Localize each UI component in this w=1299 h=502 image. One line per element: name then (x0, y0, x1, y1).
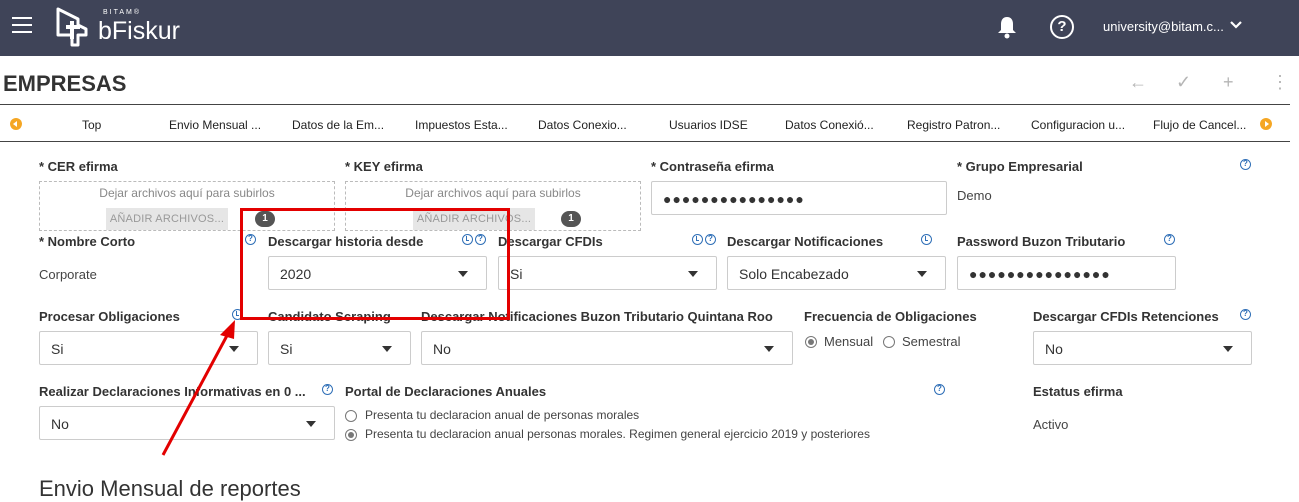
grupo-value: Demo (957, 188, 992, 203)
key-label: * KEY efirma (345, 159, 423, 174)
tab-datos-conexion[interactable]: Datos Conexio... (538, 118, 627, 132)
cfdis-select[interactable]: Si (498, 256, 717, 290)
password-field[interactable]: ●●●●●●●●●●●●●●● (651, 181, 947, 215)
bfiskur-logo-icon (56, 7, 88, 47)
notifications-bell-icon[interactable] (995, 15, 1019, 39)
cer-label: * CER efirma (39, 159, 118, 174)
help-icon[interactable]: ? (1240, 159, 1251, 170)
procesar-value: Si (51, 341, 64, 357)
tab-envio-mensual[interactable]: Envio Mensual ... (169, 118, 261, 132)
brand-name: bFiskur (98, 17, 180, 45)
tab-registro-patronal[interactable]: Registro Patron... (907, 118, 1000, 132)
portal-option-1-label: Presenta tu declaracion anual de persona… (365, 408, 640, 422)
history-icon[interactable] (692, 234, 703, 245)
cfdis-value: Si (510, 266, 523, 282)
annotation-highlight-box (240, 208, 510, 320)
history-icon[interactable] (921, 234, 932, 245)
help-icon[interactable]: ? (1164, 234, 1175, 245)
notificaciones-select[interactable]: Solo Encabezado (727, 256, 946, 290)
notificaciones-label: Descargar Notificaciones (727, 234, 884, 249)
tab-flujo-cancelacion[interactable]: Flujo de Cancel... (1153, 118, 1246, 132)
cer-add-button[interactable]: AÑADIR ARCHIVOS... (106, 208, 228, 230)
help-icon[interactable]: ? (1240, 309, 1251, 320)
dropdown-caret-icon (1223, 346, 1233, 352)
frecuencia-mensual-radio[interactable] (805, 336, 817, 348)
tab-impuestos[interactable]: Impuestos Esta... (415, 118, 508, 132)
buzon-qroo-value: No (433, 341, 451, 357)
help-icon[interactable]: ? (322, 384, 333, 395)
portal-option-2-radio[interactable] (345, 429, 357, 441)
buzon-qroo-select[interactable]: No (421, 331, 793, 365)
portal-label: Portal de Declaraciones Anuales (345, 384, 547, 399)
dropdown-caret-icon (688, 271, 698, 277)
frecuencia-mensual-label: Mensual (824, 334, 874, 349)
dropdown-caret-icon (382, 346, 392, 352)
cer-drop-text: Dejar archivos aquí para subirlos (99, 186, 275, 200)
nombre-corto-value: Corporate (39, 267, 97, 282)
portal-option-2-label: Presenta tu declaracion anual personas m… (365, 427, 870, 441)
brand-small: BITAM® (103, 9, 142, 16)
scraping-select[interactable]: Si (268, 331, 411, 365)
tab-datos-empresa[interactable]: Datos de la Em... (292, 118, 384, 132)
tab-scroll-left-icon[interactable] (10, 118, 22, 130)
grupo-label: * Grupo Empresarial (957, 159, 1083, 174)
frecuencia-semestral-label: Semestral (902, 334, 961, 349)
add-icon[interactable]: + (1223, 72, 1234, 93)
menu-icon[interactable] (12, 17, 32, 33)
estatus-label: Estatus efirma (1033, 384, 1123, 399)
informativas-value: No (51, 416, 69, 432)
tab-top[interactable]: Top (82, 118, 101, 132)
password-label: * Contraseña efirma (651, 159, 774, 174)
frecuencia-semestral-radio[interactable] (883, 336, 895, 348)
buzon-password-label: Password Buzon Tributario (957, 234, 1126, 249)
buzon-password-field[interactable]: ●●●●●●●●●●●●●●● (957, 256, 1176, 290)
notificaciones-value: Solo Encabezado (739, 266, 849, 282)
buzon-password-value: ●●●●●●●●●●●●●●● (969, 266, 1111, 282)
dropdown-caret-icon (306, 421, 316, 427)
key-file-count: 1 (561, 211, 581, 227)
top-bar: BITAM® bFiskur ? university@bitam.c... (0, 0, 1299, 56)
chevron-down-icon[interactable] (1228, 17, 1244, 33)
more-vert-icon[interactable]: ⋮ (1271, 72, 1289, 93)
help-icon[interactable]: ? (705, 234, 716, 245)
check-icon[interactable]: ✓ (1176, 72, 1191, 93)
tab-datos-conexion-2[interactable]: Datos Conexió... (785, 118, 874, 132)
retenciones-select[interactable]: No (1033, 331, 1252, 365)
user-email[interactable]: university@bitam.c... (1103, 19, 1224, 34)
nombre-corto-label: * Nombre Corto (39, 234, 136, 249)
dropdown-caret-icon (764, 346, 774, 352)
retenciones-value: No (1045, 341, 1063, 357)
key-drop-text: Dejar archivos aquí para subirlos (405, 186, 581, 200)
scraping-value: Si (280, 341, 293, 357)
cfdis-label: Descargar CFDIs (498, 234, 603, 249)
back-arrow-icon[interactable]: ← (1129, 72, 1147, 93)
retenciones-label: Descargar CFDIs Retenciones (1033, 309, 1219, 324)
section-title: Envio Mensual de reportes (39, 476, 301, 501)
tab-configuracion[interactable]: Configuracion u... (1031, 118, 1125, 132)
tab-usuarios-idse[interactable]: Usuarios IDSE (669, 118, 748, 132)
annotation-arrow-icon (161, 320, 235, 456)
divider (0, 141, 1290, 142)
help-icon[interactable]: ? (1050, 15, 1074, 39)
divider (0, 104, 1290, 105)
dropdown-caret-icon (917, 271, 927, 277)
frecuencia-label: Frecuencia de Obligaciones (804, 309, 977, 324)
tab-scroll-right-icon[interactable] (1260, 118, 1272, 130)
estatus-value: Activo (1033, 417, 1069, 432)
help-icon[interactable]: ? (934, 384, 945, 395)
portal-option-1-radio[interactable] (345, 410, 357, 422)
page-title: EMPRESAS (3, 71, 127, 96)
password-value: ●●●●●●●●●●●●●●● (663, 191, 805, 207)
